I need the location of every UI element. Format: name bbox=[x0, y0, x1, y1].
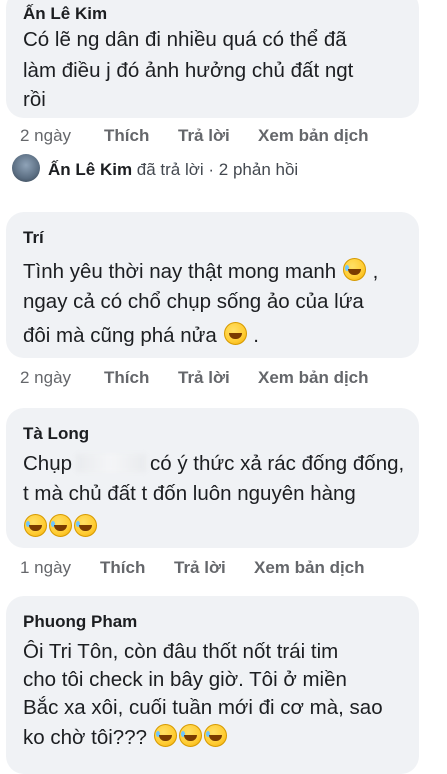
reply-count-text[interactable]: đã trả lời · 2 phản hồi bbox=[132, 160, 298, 179]
comment-text-line: cho tôi check in bây giờ. Tôi ở miền bbox=[23, 668, 347, 691]
comment-text-line: Chụp có ý thức xả rác đống đống, bbox=[23, 452, 405, 475]
crying-laughing-emoji bbox=[342, 258, 366, 281]
comment-text-line: đôi mà cũng phá nửa . bbox=[23, 322, 259, 347]
like-button[interactable]: Thích bbox=[104, 126, 149, 146]
reply-summary[interactable]: Ấn Lê Kim đã trả lời · 2 phản hồi bbox=[12, 152, 432, 188]
comment-bubble: Tà Long Chụp có ý thức xả rác đống đống, … bbox=[6, 408, 419, 548]
comment-author[interactable]: Ấn Lê Kim bbox=[23, 4, 107, 24]
comment-bubble: Phuong Pham Ôi Tri Tôn, còn đâu thốt nốt… bbox=[6, 596, 419, 774]
rolling-laughing-emoji bbox=[49, 514, 72, 537]
translate-button[interactable]: Xem bản dịch bbox=[258, 126, 369, 146]
comment-text-line: ngay cả có chổ chụp sống ảo của lứa bbox=[23, 290, 364, 313]
rolling-laughing-emoji bbox=[74, 514, 97, 537]
comment-bubble: Trí Tình yêu thời nay thật mong manh , n… bbox=[6, 212, 419, 358]
comment-emoji-line bbox=[23, 514, 98, 540]
reply-button[interactable]: Trả lời bbox=[174, 558, 226, 578]
reply-button[interactable]: Trả lời bbox=[178, 126, 230, 146]
like-button[interactable]: Thích bbox=[104, 368, 149, 388]
comment-timestamp[interactable]: 2 ngày bbox=[20, 368, 71, 388]
loudly-crying-emoji bbox=[178, 724, 202, 747]
comment-author[interactable]: Phuong Pham bbox=[23, 612, 137, 632]
comment-text-line: Ôi Tri Tôn, còn đâu thốt nốt trái tim bbox=[23, 640, 339, 663]
like-button[interactable]: Thích bbox=[100, 558, 145, 578]
redacted-text bbox=[76, 454, 147, 472]
comment-text-line: ko chờ tôi??? bbox=[23, 724, 228, 750]
comment-timestamp[interactable]: 2 ngày bbox=[20, 126, 71, 146]
loudly-crying-emoji bbox=[153, 724, 177, 747]
comment-text-line: rồi bbox=[23, 88, 46, 111]
comment-text-line: Tình yêu thời nay thật mong manh , bbox=[23, 258, 379, 283]
grinning-sweat-emoji bbox=[223, 322, 247, 345]
comment-author[interactable]: Tà Long bbox=[23, 424, 89, 444]
comment-text-line: Bắc xa xôi, cuối tuần mới đi cơ mà, sao bbox=[23, 696, 383, 719]
comment-timestamp[interactable]: 1 ngày bbox=[20, 558, 71, 578]
avatar[interactable] bbox=[12, 154, 40, 182]
loudly-crying-emoji bbox=[203, 724, 227, 747]
comment-author[interactable]: Trí bbox=[23, 228, 44, 248]
comment-text-line: t mà chủ đất t đốn luôn nguyên hàng bbox=[23, 482, 356, 505]
reply-button[interactable]: Trả lời bbox=[178, 368, 230, 388]
translate-button[interactable]: Xem bản dịch bbox=[254, 558, 365, 578]
rolling-laughing-emoji bbox=[24, 514, 47, 537]
translate-button[interactable]: Xem bản dịch bbox=[258, 368, 369, 388]
reply-author[interactable]: Ấn Lê Kim bbox=[48, 160, 132, 179]
comment-bubble: Ấn Lê Kim Có lẽ ng dân đi nhiều quá có t… bbox=[6, 0, 419, 118]
comment-text-line: Có lẽ ng dân đi nhiều quá có thể đã bbox=[23, 28, 347, 51]
comment-text-line: làm điều j đó ảnh hưởng chủ đất ngt bbox=[23, 59, 354, 82]
